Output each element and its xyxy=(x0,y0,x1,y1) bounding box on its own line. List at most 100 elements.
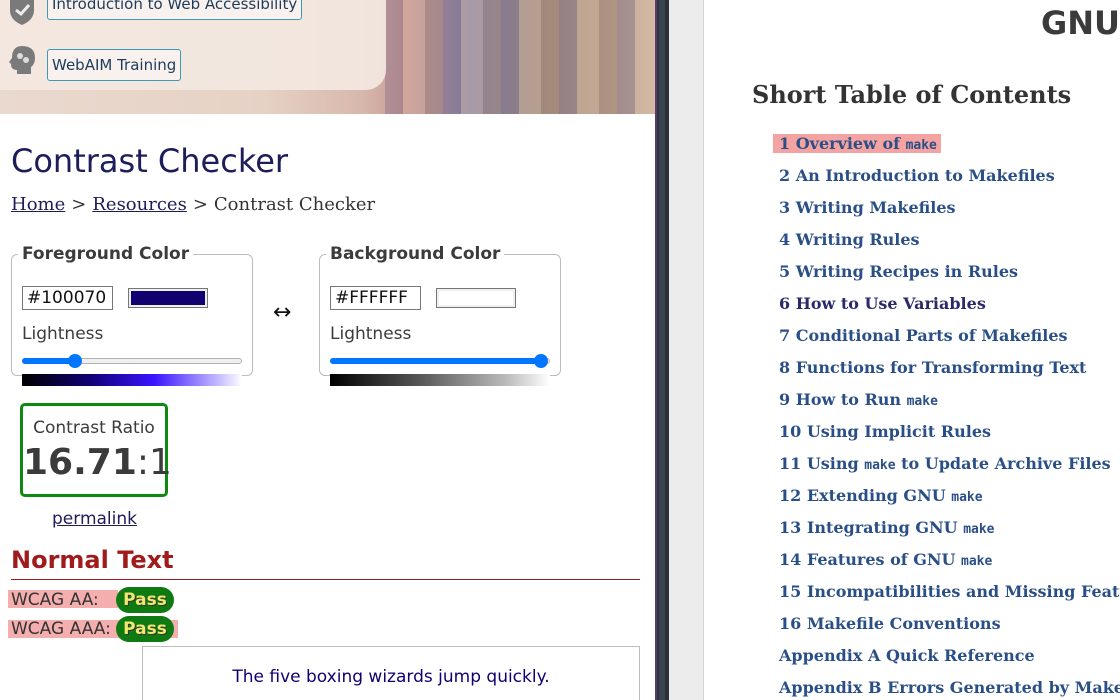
toc-link-code: make xyxy=(864,458,896,473)
toc-link[interactable]: 6 How to Use Variables xyxy=(779,294,986,313)
toc-item[interactable]: 8 Functions for Transforming Text xyxy=(779,354,1120,386)
swap-colors-icon[interactable]: ↔ xyxy=(273,300,291,325)
toc-link[interactable]: 2 An Introduction to Makefiles xyxy=(779,166,1055,185)
toc-link[interactable]: 10 Using Implicit Rules xyxy=(779,422,991,441)
toc-link-text: 10 Using Implicit Rules xyxy=(779,422,991,441)
foreground-color-group: Foreground Color Lightness xyxy=(11,244,253,386)
toc-item[interactable]: 5 Writing Recipes in Rules xyxy=(779,258,1120,290)
background-lightness-slider[interactable] xyxy=(330,354,550,368)
toc-item[interactable]: 4 Writing Rules xyxy=(779,226,1120,258)
toc-item[interactable]: 6 How to Use Variables xyxy=(779,290,1120,322)
toc-link-text: Appendix A Quick Reference xyxy=(779,646,1035,665)
sample-text: The five boxing wizards jump quickly. xyxy=(232,667,550,687)
toc-link[interactable]: 14 Features of GNU make xyxy=(779,550,992,569)
intro-accessibility-link[interactable]: Introduction to Web Accessibility xyxy=(47,0,303,20)
wcag-aaa-status-badge: Pass xyxy=(116,616,174,642)
foreground-swatch xyxy=(131,291,205,305)
toc-link-text: to Update Archive Files xyxy=(895,454,1111,473)
toc-link[interactable]: 8 Functions for Transforming Text xyxy=(779,358,1086,377)
background-color-group: Background Color Lightness xyxy=(319,244,561,386)
toc-item[interactable]: 3 Writing Makefiles xyxy=(779,194,1120,226)
background-lightness-label: Lightness xyxy=(330,324,412,344)
permalink-link[interactable]: permalink xyxy=(52,509,137,529)
toc-item[interactable]: 15 Incompatibilities and Missing Feature… xyxy=(779,578,1120,610)
window-divider[interactable] xyxy=(655,0,669,700)
toc-link-text: 3 Writing Makefiles xyxy=(779,198,956,217)
toc-link[interactable]: 9 How to Run make xyxy=(779,390,938,409)
header-banner: Introduction to Web Accessibility WebAIM… xyxy=(0,0,655,114)
toc-link-code: make xyxy=(961,554,993,569)
toc-item[interactable]: 1 Overview of make xyxy=(773,130,1120,162)
background-color-picker[interactable] xyxy=(436,288,516,308)
toc-link[interactable]: 16 Makefile Conventions xyxy=(779,614,1001,633)
foreground-legend: Foreground Color xyxy=(22,244,190,264)
head-icon xyxy=(9,46,35,74)
toc-item[interactable]: 9 How to Run make xyxy=(779,386,1120,418)
toc-item[interactable]: 10 Using Implicit Rules xyxy=(779,418,1120,450)
toc-link[interactable]: 5 Writing Recipes in Rules xyxy=(779,262,1018,281)
toc-item[interactable]: 14 Features of GNU make xyxy=(779,546,1120,578)
breadcrumb-home-link[interactable]: Home xyxy=(11,194,65,215)
toc-link-code: make xyxy=(963,522,995,537)
wcag-aaa-label: WCAG AAA: xyxy=(11,619,111,639)
background-hex-input[interactable] xyxy=(330,286,421,310)
toc-link-code: make xyxy=(951,490,983,505)
toc-link[interactable]: 4 Writing Rules xyxy=(779,230,920,249)
toc-link[interactable]: 12 Extending GNU make xyxy=(779,486,983,505)
heading-divider xyxy=(11,579,640,580)
foreground-hex-input[interactable] xyxy=(22,286,113,310)
foreground-color-picker[interactable] xyxy=(128,288,208,308)
manual-title: GNU xyxy=(1041,4,1120,42)
toc-item[interactable]: 11 Using make to Update Archive Files xyxy=(779,450,1120,482)
normal-text-sample: The five boxing wizards jump quickly. xyxy=(142,646,640,700)
slider-thumb[interactable] xyxy=(534,354,549,368)
toc-link[interactable]: 1 Overview of make xyxy=(773,134,941,153)
toc-item[interactable]: 2 An Introduction to Makefiles xyxy=(779,162,1120,194)
toc-link[interactable]: Appendix A Quick Reference xyxy=(779,646,1035,665)
breadcrumb: Home > Resources > Contrast Checker xyxy=(11,194,375,215)
toc-item[interactable]: 7 Conditional Parts of Makefiles xyxy=(779,322,1120,354)
toc-link-text: 2 An Introduction to Makefiles xyxy=(779,166,1055,185)
webaim-training-link[interactable]: WebAIM Training xyxy=(47,49,182,81)
toc-item[interactable]: Appendix B Errors Generated by Make xyxy=(779,674,1120,700)
foreground-lightness-label: Lightness xyxy=(22,324,104,344)
toc-link-text: 15 Incompatibilities and Missing Feature… xyxy=(779,582,1120,601)
foreground-lightness-slider[interactable] xyxy=(22,354,242,368)
toc-link-text: 6 How to Use Variables xyxy=(779,294,986,313)
page-title: Contrast Checker xyxy=(11,142,289,180)
toc-item[interactable]: 16 Makefile Conventions xyxy=(779,610,1120,642)
toc-link[interactable]: Appendix B Errors Generated by Make xyxy=(779,678,1120,697)
toc-link-code: make xyxy=(905,138,937,153)
background-legend: Background Color xyxy=(330,244,501,264)
toc-link-text: 5 Writing Recipes in Rules xyxy=(779,262,1019,281)
breadcrumb-separator: > xyxy=(192,194,208,215)
toc-link[interactable]: 7 Conditional Parts of Makefiles xyxy=(779,326,1068,345)
toc-link[interactable]: 13 Integrating GNU make xyxy=(779,518,995,537)
toc-link-text: 7 Conditional Parts of Makefiles xyxy=(779,326,1068,345)
toc-item[interactable]: Appendix A Quick Reference xyxy=(779,642,1120,674)
toc-link[interactable]: 3 Writing Makefiles xyxy=(779,198,956,217)
toc-item[interactable]: 12 Extending GNU make xyxy=(779,482,1120,514)
toc-link-text: 12 Extending GNU xyxy=(779,486,952,505)
ratio-number: 16.71 xyxy=(23,442,137,483)
contrast-ratio-value: 16.71:1 xyxy=(23,442,172,483)
toc-link[interactable]: 15 Incompatibilities and Missing Feature… xyxy=(779,582,1120,601)
toc-link[interactable]: 11 Using make to Update Archive Files xyxy=(779,454,1111,473)
toc-link-text: 1 Overview of xyxy=(779,134,906,153)
toc-link-text: 13 Integrating GNU xyxy=(779,518,964,537)
breadcrumb-separator: > xyxy=(71,194,87,215)
shield-icon xyxy=(10,0,34,25)
toc-item[interactable]: 13 Integrating GNU make xyxy=(779,514,1120,546)
background-lightness-gradient xyxy=(330,374,550,386)
breadcrumb-current: Contrast Checker xyxy=(213,194,376,215)
slider-thumb[interactable] xyxy=(67,354,82,368)
gnu-make-manual-pane: GNU Short Table of Contents 1 Overview o… xyxy=(704,0,1120,700)
normal-text-heading: Normal Text xyxy=(11,546,174,574)
ratio-suffix: :1 xyxy=(136,442,172,483)
banner-image xyxy=(385,0,655,114)
toc-heading: Short Table of Contents xyxy=(752,80,1072,109)
toc-link-text: Appendix B Errors Generated by Make xyxy=(779,678,1120,697)
toc-link-text: 8 Functions for Transforming Text xyxy=(779,358,1087,377)
toc-link-text: 4 Writing Rules xyxy=(779,230,920,249)
breadcrumb-resources-link[interactable]: Resources xyxy=(92,194,186,215)
